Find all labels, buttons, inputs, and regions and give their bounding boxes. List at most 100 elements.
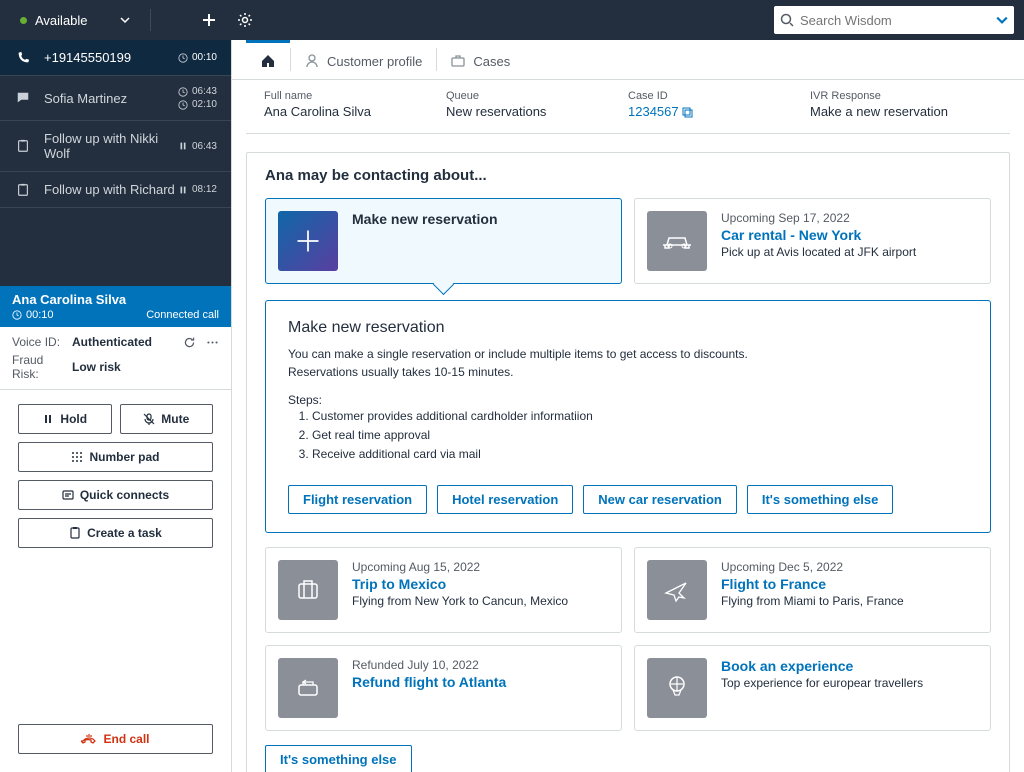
hotel-reservation-button[interactable]: Hotel reservation bbox=[437, 485, 573, 514]
clock-icon bbox=[178, 87, 188, 97]
pause-icon bbox=[178, 141, 188, 151]
quick-connects-icon bbox=[62, 489, 74, 501]
card-date: Refunded July 10, 2022 bbox=[352, 658, 506, 672]
balloon-icon bbox=[647, 658, 707, 718]
end-call-icon bbox=[81, 733, 97, 745]
settings-button[interactable] bbox=[237, 12, 253, 28]
ivr-value: Make a new reservation bbox=[810, 104, 992, 119]
contact-name: Follow up with Nikki Wolf bbox=[44, 131, 178, 161]
card-title: Refund flight to Atlanta bbox=[352, 674, 506, 690]
card-title: Flight to France bbox=[721, 576, 904, 592]
clock-icon bbox=[178, 100, 188, 110]
voice-id-label: Voice ID: bbox=[12, 335, 72, 349]
agent-status-label: Available bbox=[35, 13, 88, 28]
voice-id-value: Authenticated bbox=[72, 335, 152, 349]
something-else-button[interactable]: It's something else bbox=[747, 485, 894, 514]
suggestion-card-trip-mexico[interactable]: Upcoming Aug 15, 2022Trip to MexicoFlyin… bbox=[265, 547, 622, 633]
create-task-button[interactable]: Create a task bbox=[18, 518, 213, 548]
copy-icon[interactable] bbox=[682, 107, 694, 119]
contact-row[interactable]: Follow up with Nikki Wolf 06:43 bbox=[0, 121, 231, 172]
suggestion-detail: Make new reservation You can make a sing… bbox=[265, 300, 991, 533]
add-button[interactable] bbox=[201, 12, 217, 28]
step-item: Customer provides additional cardholder … bbox=[312, 407, 968, 426]
wisdom-search-input[interactable] bbox=[800, 13, 992, 28]
chevron-down-icon bbox=[120, 15, 130, 25]
call-timer: 00:10 bbox=[26, 309, 54, 321]
card-title: Make new reservation bbox=[352, 211, 498, 227]
card-title: Book an experience bbox=[721, 658, 923, 674]
task-icon bbox=[69, 527, 81, 539]
suitcase-icon bbox=[278, 560, 338, 620]
card-desc: Pick up at Avis located at JFK airport bbox=[721, 245, 916, 259]
full-name-label: Full name bbox=[264, 90, 446, 102]
phone-icon bbox=[14, 51, 32, 65]
refund-icon bbox=[278, 658, 338, 718]
active-caller-bar: Ana Carolina Silva 00:10 Connected call bbox=[0, 286, 231, 327]
queue-label: Queue bbox=[446, 90, 628, 102]
number-pad-button[interactable]: Number pad bbox=[18, 442, 213, 472]
card-date: Upcoming Sep 17, 2022 bbox=[721, 211, 916, 225]
tab-bar: Customer profile Cases bbox=[232, 40, 1024, 80]
tab-home[interactable] bbox=[246, 40, 290, 79]
flight-reservation-button[interactable]: Flight reservation bbox=[288, 485, 427, 514]
mute-button[interactable]: Mute bbox=[120, 404, 214, 434]
wisdom-search[interactable] bbox=[774, 6, 1014, 34]
card-title: Trip to Mexico bbox=[352, 576, 568, 592]
call-status: Connected call bbox=[146, 309, 219, 321]
card-date: Upcoming Dec 5, 2022 bbox=[721, 560, 904, 574]
something-else-button-bottom[interactable]: It's something else bbox=[265, 745, 412, 772]
contact-row[interactable]: Follow up with Richard 08:12 bbox=[0, 172, 231, 208]
contact-row[interactable]: Sofia Martinez 06:43 02:10 bbox=[0, 76, 231, 121]
pause-icon bbox=[178, 185, 188, 195]
contact-name: Sofia Martinez bbox=[44, 91, 178, 106]
steps-list: Customer provides additional cardholder … bbox=[312, 407, 968, 465]
suggestion-card-flight-france[interactable]: Upcoming Dec 5, 2022 Flight to France Flyi… bbox=[634, 547, 991, 633]
refresh-icon[interactable] bbox=[183, 336, 196, 349]
more-icon[interactable] bbox=[206, 336, 219, 349]
contact-name: Follow up with Richard bbox=[44, 182, 178, 197]
tab-cases[interactable]: Cases bbox=[437, 40, 524, 79]
task-icon bbox=[14, 183, 32, 197]
chevron-down-icon[interactable] bbox=[996, 14, 1008, 26]
steps-label: Steps: bbox=[288, 393, 968, 407]
mute-icon bbox=[143, 413, 155, 425]
quick-connects-button[interactable]: Quick connects bbox=[18, 480, 213, 510]
car-icon bbox=[647, 211, 707, 271]
person-icon bbox=[305, 54, 319, 68]
suggestions-panel: Ana may be contacting about... Make new … bbox=[246, 152, 1010, 772]
divider bbox=[150, 9, 151, 31]
fraud-risk-value: Low risk bbox=[72, 360, 121, 374]
queue-value: New reservations bbox=[446, 104, 628, 119]
agent-status-dropdown[interactable]: Available bbox=[10, 13, 140, 28]
voice-id-panel: Voice ID: Authenticated Fraud Risk: Low … bbox=[0, 327, 231, 390]
step-item: Receive additional card via mail bbox=[312, 445, 968, 464]
card-title: Car rental - New York bbox=[721, 227, 916, 243]
plus-icon bbox=[278, 211, 338, 271]
step-item: Get real time approval bbox=[312, 426, 968, 445]
card-desc: Top experience for europear travellers bbox=[721, 676, 923, 690]
suggestion-card-primary[interactable]: Make new reservation bbox=[265, 198, 622, 284]
customer-info-strip: Full nameAna Carolina Silva QueueNew res… bbox=[246, 80, 1010, 134]
new-car-reservation-button[interactable]: New car reservation bbox=[583, 485, 737, 514]
call-controls: Hold Mute Number pad Quick connects Crea… bbox=[0, 390, 231, 570]
home-icon bbox=[260, 53, 276, 69]
detail-title: Make new reservation bbox=[288, 319, 968, 337]
suggestion-card-refund-atlanta[interactable]: Refunded July 10, 2022 Refund flight to A… bbox=[265, 645, 622, 731]
clock-icon bbox=[12, 310, 22, 320]
contact-list: +19145550199 00:10 Sofia Martinez 06:43 … bbox=[0, 40, 231, 286]
hold-button[interactable]: Hold bbox=[18, 404, 112, 434]
plane-icon bbox=[647, 560, 707, 620]
dialpad-icon bbox=[71, 451, 83, 463]
status-dot-icon bbox=[20, 17, 27, 24]
end-call-button[interactable]: End call bbox=[18, 724, 213, 754]
card-desc: Flying from Miami to Paris, France bbox=[721, 594, 904, 608]
card-date: Upcoming Aug 15, 2022 bbox=[352, 560, 568, 574]
chat-icon bbox=[14, 91, 32, 105]
case-id-link[interactable]: 1234567 bbox=[628, 104, 810, 119]
suggestion-card-car-rental[interactable]: Upcoming Sep 17, 2022 Car rental - New Y… bbox=[634, 198, 991, 284]
pause-icon bbox=[42, 413, 54, 425]
contact-row[interactable]: +19145550199 00:10 bbox=[0, 40, 231, 76]
tab-customer-profile[interactable]: Customer profile bbox=[291, 40, 436, 79]
case-id-label: Case ID bbox=[628, 90, 810, 102]
suggestion-card-book-experience[interactable]: Book an experience Top experience for eur… bbox=[634, 645, 991, 731]
